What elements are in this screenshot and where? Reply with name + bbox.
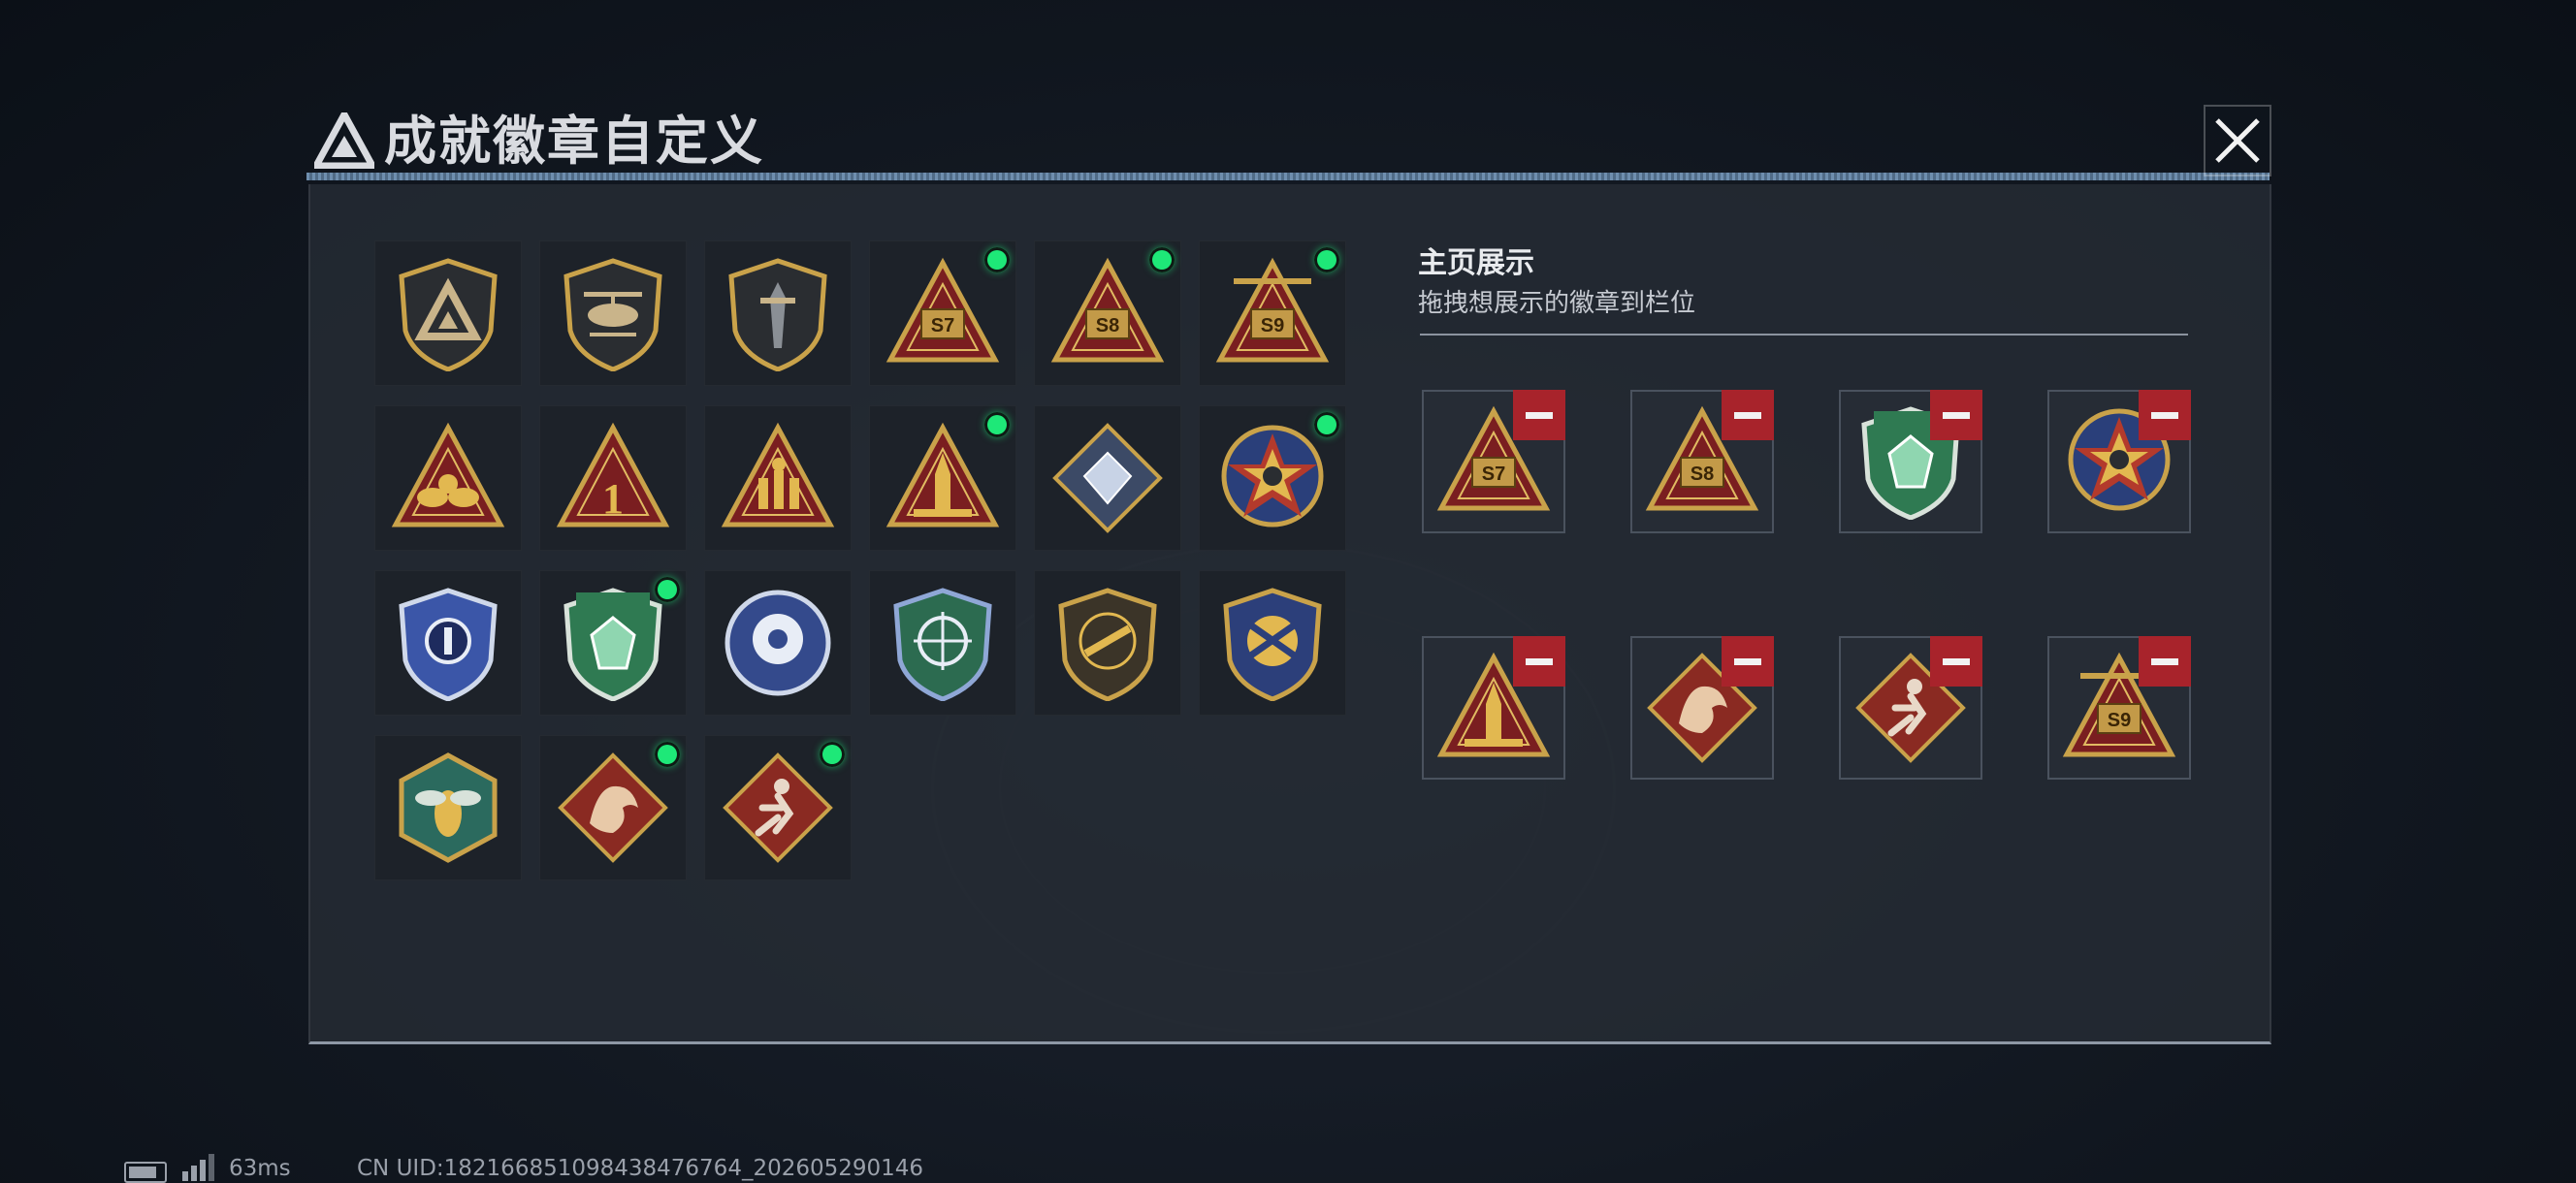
badge-cell[interactable]: [869, 405, 1016, 551]
display-slot[interactable]: [1839, 636, 1982, 780]
star-skull-medal-icon: [1221, 425, 1324, 528]
svg-text:S9: S9: [1261, 315, 1284, 336]
minus-icon: [2151, 657, 2178, 665]
crystal-diamond-icon: [1052, 423, 1163, 533]
svg-text:1: 1: [602, 475, 624, 523]
display-slot[interactable]: [1839, 390, 1982, 533]
dagger-shield-icon: [728, 258, 827, 371]
badge-cell[interactable]: [539, 240, 687, 386]
equipped-indicator: [655, 577, 680, 602]
user-uid: CN UID:18216685109843847676​4_2026052901…: [357, 1156, 924, 1181]
display-section-title: 主页展示: [1418, 246, 1534, 280]
close-icon: [2215, 118, 2260, 163]
badge-cell[interactable]: [1199, 570, 1346, 716]
soldiers-triangle-icon: [721, 422, 835, 528]
svg-text:S7: S7: [931, 315, 954, 336]
display-slot[interactable]: [2047, 390, 2191, 533]
display-divider: [1420, 334, 2188, 336]
minus-icon: [1526, 657, 1553, 665]
display-slot[interactable]: S9: [2047, 636, 2191, 780]
badge-inventory-grid: S7 S8 S9 1: [374, 240, 1354, 880]
s9-triangle-icon: S9: [1215, 257, 1330, 363]
badge-cell[interactable]: [539, 735, 687, 880]
minus-icon: [1943, 657, 1970, 665]
badge-cell[interactable]: S8: [1034, 240, 1181, 386]
remove-badge-button[interactable]: [1722, 390, 1774, 440]
badge-cell[interactable]: [374, 240, 522, 386]
display-section-hint: 拖拽想展示的徽章到栏位: [1418, 289, 1696, 318]
badge-cell[interactable]: [869, 570, 1016, 716]
delta-logo-shield-icon: [399, 258, 498, 371]
badge-cell[interactable]: [704, 405, 852, 551]
equipped-indicator: [1314, 412, 1339, 437]
minus-icon: [1526, 411, 1553, 419]
crosshair-shield-icon: [893, 588, 992, 701]
remove-badge-button[interactable]: [1513, 636, 1565, 687]
remove-badge-button[interactable]: [2139, 390, 2191, 440]
equipped-indicator: [1314, 247, 1339, 272]
rifle-shield-icon: [1058, 588, 1157, 701]
delta-logo-icon: [314, 112, 374, 169]
helicopter-shield-icon: [564, 258, 662, 371]
minus-icon: [1943, 411, 1970, 419]
badge-cell[interactable]: S7: [869, 240, 1016, 386]
remove-badge-button[interactable]: [2139, 636, 2191, 687]
remove-badge-button[interactable]: [1722, 636, 1774, 687]
badge-cell[interactable]: [1034, 405, 1181, 551]
badge-cell[interactable]: [704, 240, 852, 386]
badge-cell[interactable]: [1034, 570, 1181, 716]
badge-cell[interactable]: [539, 570, 687, 716]
svg-text:S8: S8: [1690, 464, 1714, 485]
green-gem-shield-icon: [564, 588, 662, 701]
equipped-indicator: [820, 742, 845, 767]
svg-text:S9: S9: [2108, 710, 2131, 731]
display-slot[interactable]: S8: [1630, 390, 1774, 533]
remove-badge-button[interactable]: [1930, 636, 1982, 687]
s7-triangle-icon: S7: [886, 257, 1000, 363]
close-button[interactable]: [2204, 105, 2271, 176]
battery-icon: [124, 1162, 167, 1183]
hornet-hexagon-icon: [399, 752, 498, 863]
equipped-indicator: [984, 247, 1010, 272]
remove-badge-button[interactable]: [1513, 390, 1565, 440]
display-slot[interactable]: [1422, 636, 1565, 780]
equipped-indicator: [655, 742, 680, 767]
signal-icon: [182, 1154, 214, 1181]
badge-cell[interactable]: S9: [1199, 240, 1346, 386]
header-divider: [306, 173, 2270, 180]
number-one-triangle-icon: 1: [556, 422, 670, 528]
display-slot[interactable]: [1630, 636, 1774, 780]
dragon-diamond-icon: [558, 752, 668, 863]
display-slot[interactable]: S7: [1422, 390, 1565, 533]
badge-cell[interactable]: [704, 735, 852, 880]
rocket-triangle-icon: [886, 422, 1000, 528]
crossed-rifles-badge-icon: [1223, 588, 1322, 701]
s8-triangle-icon: S8: [1050, 257, 1165, 363]
badge-cell[interactable]: [704, 570, 852, 716]
window-header: 成就徽章自定义: [306, 99, 2266, 178]
blue-flower-badge-icon: [724, 590, 831, 696]
wings-triangle-icon: [391, 422, 505, 528]
badge-cell[interactable]: [374, 570, 522, 716]
badge-cell[interactable]: [374, 735, 522, 880]
minus-icon: [1734, 411, 1761, 419]
svg-text:S8: S8: [1096, 315, 1119, 336]
remove-badge-button[interactable]: [1930, 390, 1982, 440]
ping-readout: 63ms: [229, 1156, 291, 1181]
blue-crest-icon: [399, 588, 498, 701]
minus-icon: [1734, 657, 1761, 665]
minus-icon: [2151, 411, 2178, 419]
badge-cell[interactable]: [1199, 405, 1346, 551]
runner-diamond-icon: [723, 752, 833, 863]
equipped-indicator: [1149, 247, 1175, 272]
badge-cell[interactable]: 1: [539, 405, 687, 551]
window-title: 成就徽章自定义: [384, 111, 764, 172]
svg-text:S7: S7: [1482, 464, 1505, 485]
badge-cell[interactable]: [374, 405, 522, 551]
equipped-indicator: [984, 412, 1010, 437]
